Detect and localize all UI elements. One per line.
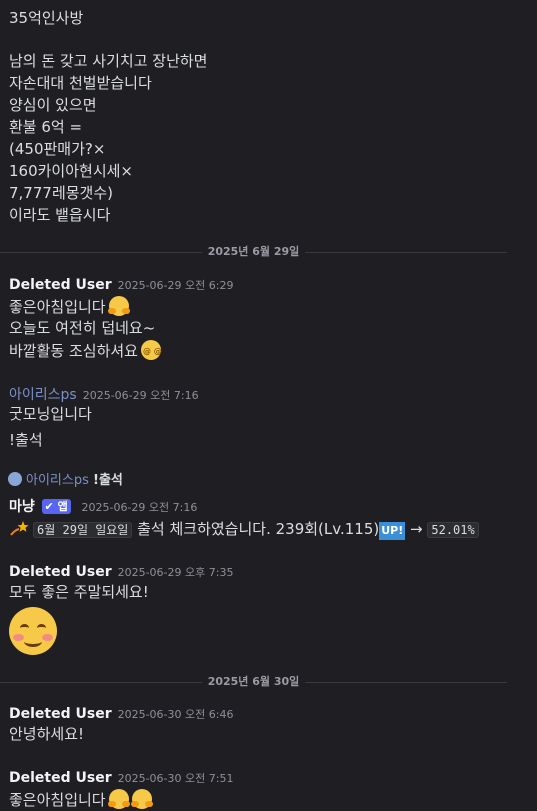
message-text: 굿모닝입니다 [9,405,92,423]
percent-code: 52.01% [427,522,479,538]
reply-username: 아이리스ps [26,473,89,488]
username[interactable]: Deleted User [9,277,112,293]
date-code: 6월 29일 일요일 [33,522,133,538]
eye [20,624,29,632]
eye [37,624,46,632]
checkin-text: 출석 체크하였습니다. 239회(Lv.115) [137,520,380,538]
timestamp[interactable]: 2025-06-30 오전 6:46 [118,708,234,721]
timestamp[interactable]: 2025-06-30 오전 7:51 [118,772,234,785]
username[interactable]: Deleted User [9,770,112,786]
message-text-content: 바깥활동 조심하셔요 [9,342,138,360]
message-text: !출석 [9,431,43,449]
message-text-content: 좋은아침입니다 [9,791,106,809]
date-divider: 2025년 6월 30일 [0,672,507,692]
message-text: 환불 6억 = [9,118,83,136]
message-text: 7,777레몽갯수) [9,184,113,202]
message-text: (450판매가?× [9,140,106,158]
message-header: 마냥 ✔ 앱 2025-06-29 오전 7:16 [9,496,197,518]
message-header: Deleted User 2025-06-29 오후 7:35 [9,561,233,583]
up-badge: UP! [379,522,406,540]
cheek [42,634,53,641]
message-text: 좋은아침입니다 [9,789,153,810]
reply-text: !출석 [93,473,123,488]
hugging-face-icon [130,789,153,809]
avatar [8,472,22,486]
message-header: Deleted User 2025-06-30 오전 6:46 [9,703,233,725]
message-text: 남의 돈 갖고 사기치고 장난하면 [9,52,208,70]
message-header: Deleted User 2025-06-30 오전 7:51 [9,767,233,789]
hugging-face-icon [107,296,130,316]
timestamp[interactable]: 2025-06-29 오전 7:16 [82,501,198,514]
message-text: 안녕하세요! [9,725,85,743]
app-badge: ✔ 앱 [41,499,71,514]
message-text: 모두 좋은 주말되세요! [9,583,149,601]
cheek [13,634,24,641]
message-text-content: 좋은아침입니다 [9,298,106,316]
message-text: 35억인사방 [9,9,84,27]
timestamp[interactable]: 2025-06-29 오전 7:16 [83,389,199,402]
message-text: 160카이아현시세× [9,162,133,180]
username[interactable]: Deleted User [9,706,112,722]
smiling-face-icon [9,607,57,655]
message-text: 양심이 있으면 [9,96,97,114]
date-divider: 2025년 6월 29일 [0,242,507,262]
hugging-face-icon [107,789,130,809]
message-text: 자손대대 천벌받습니다 [9,74,152,92]
shooting-star-icon [10,521,29,536]
message-text: 좋은아침입니다 [9,296,130,317]
message-header: Deleted User 2025-06-29 오전 6:29 [9,274,233,296]
message-text: 6월 29일 일요일 출석 체크하였습니다. 239회(Lv.115) UP! →… [9,518,479,540]
arrow-icon: → [410,520,423,538]
date-label: 2025년 6월 29일 [201,244,306,260]
timestamp[interactable]: 2025-06-29 오전 6:29 [118,279,234,292]
message-header: 아이리스ps 2025-06-29 오전 7:16 [9,384,199,406]
message-text: 바깥활동 조심하셔요 [9,340,162,362]
username[interactable]: 마냥 [9,499,35,515]
username[interactable]: 아이리스ps [9,387,77,403]
username[interactable]: Deleted User [9,564,112,580]
date-label: 2025년 6월 30일 [201,674,306,690]
timestamp[interactable]: 2025-06-29 오후 7:35 [118,566,234,579]
reply-reference[interactable]: 아이리스ps !출석 [8,471,123,491]
dizzy-face-icon [140,340,162,362]
mouth [24,636,42,647]
message-text: 이라도 뱉읍시다 [9,206,111,224]
message-text: 오늘도 여전히 덥네요~ [9,319,156,337]
